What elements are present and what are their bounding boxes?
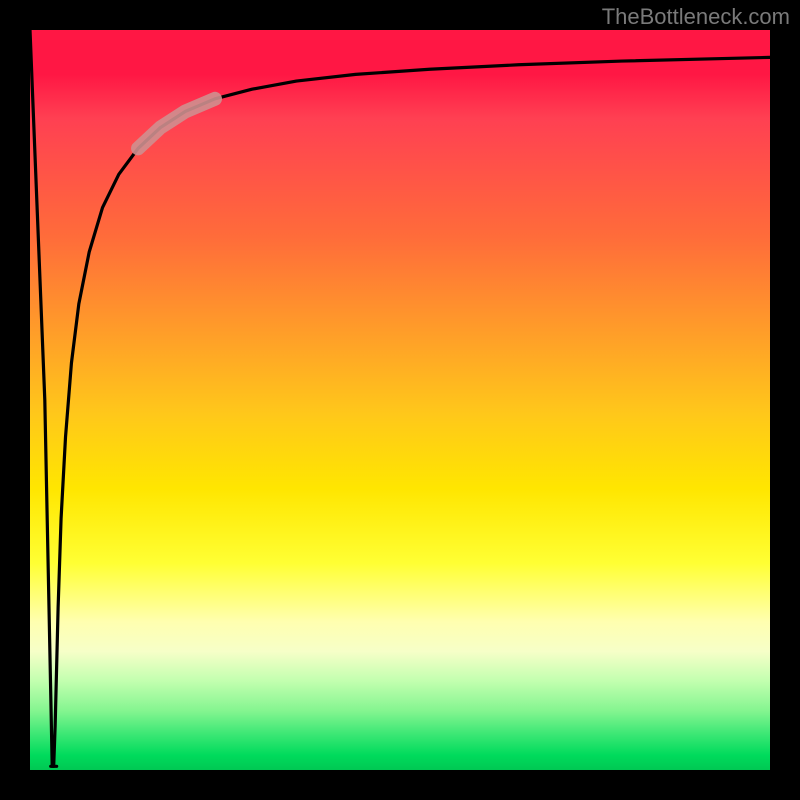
bottleneck-chart: TheBottleneck.com [0, 0, 800, 800]
attribution-label: TheBottleneck.com [602, 4, 790, 30]
plot-background-gradient [30, 30, 770, 770]
frame-bottom [0, 770, 800, 800]
frame-right [770, 0, 800, 800]
frame-left [0, 0, 30, 800]
